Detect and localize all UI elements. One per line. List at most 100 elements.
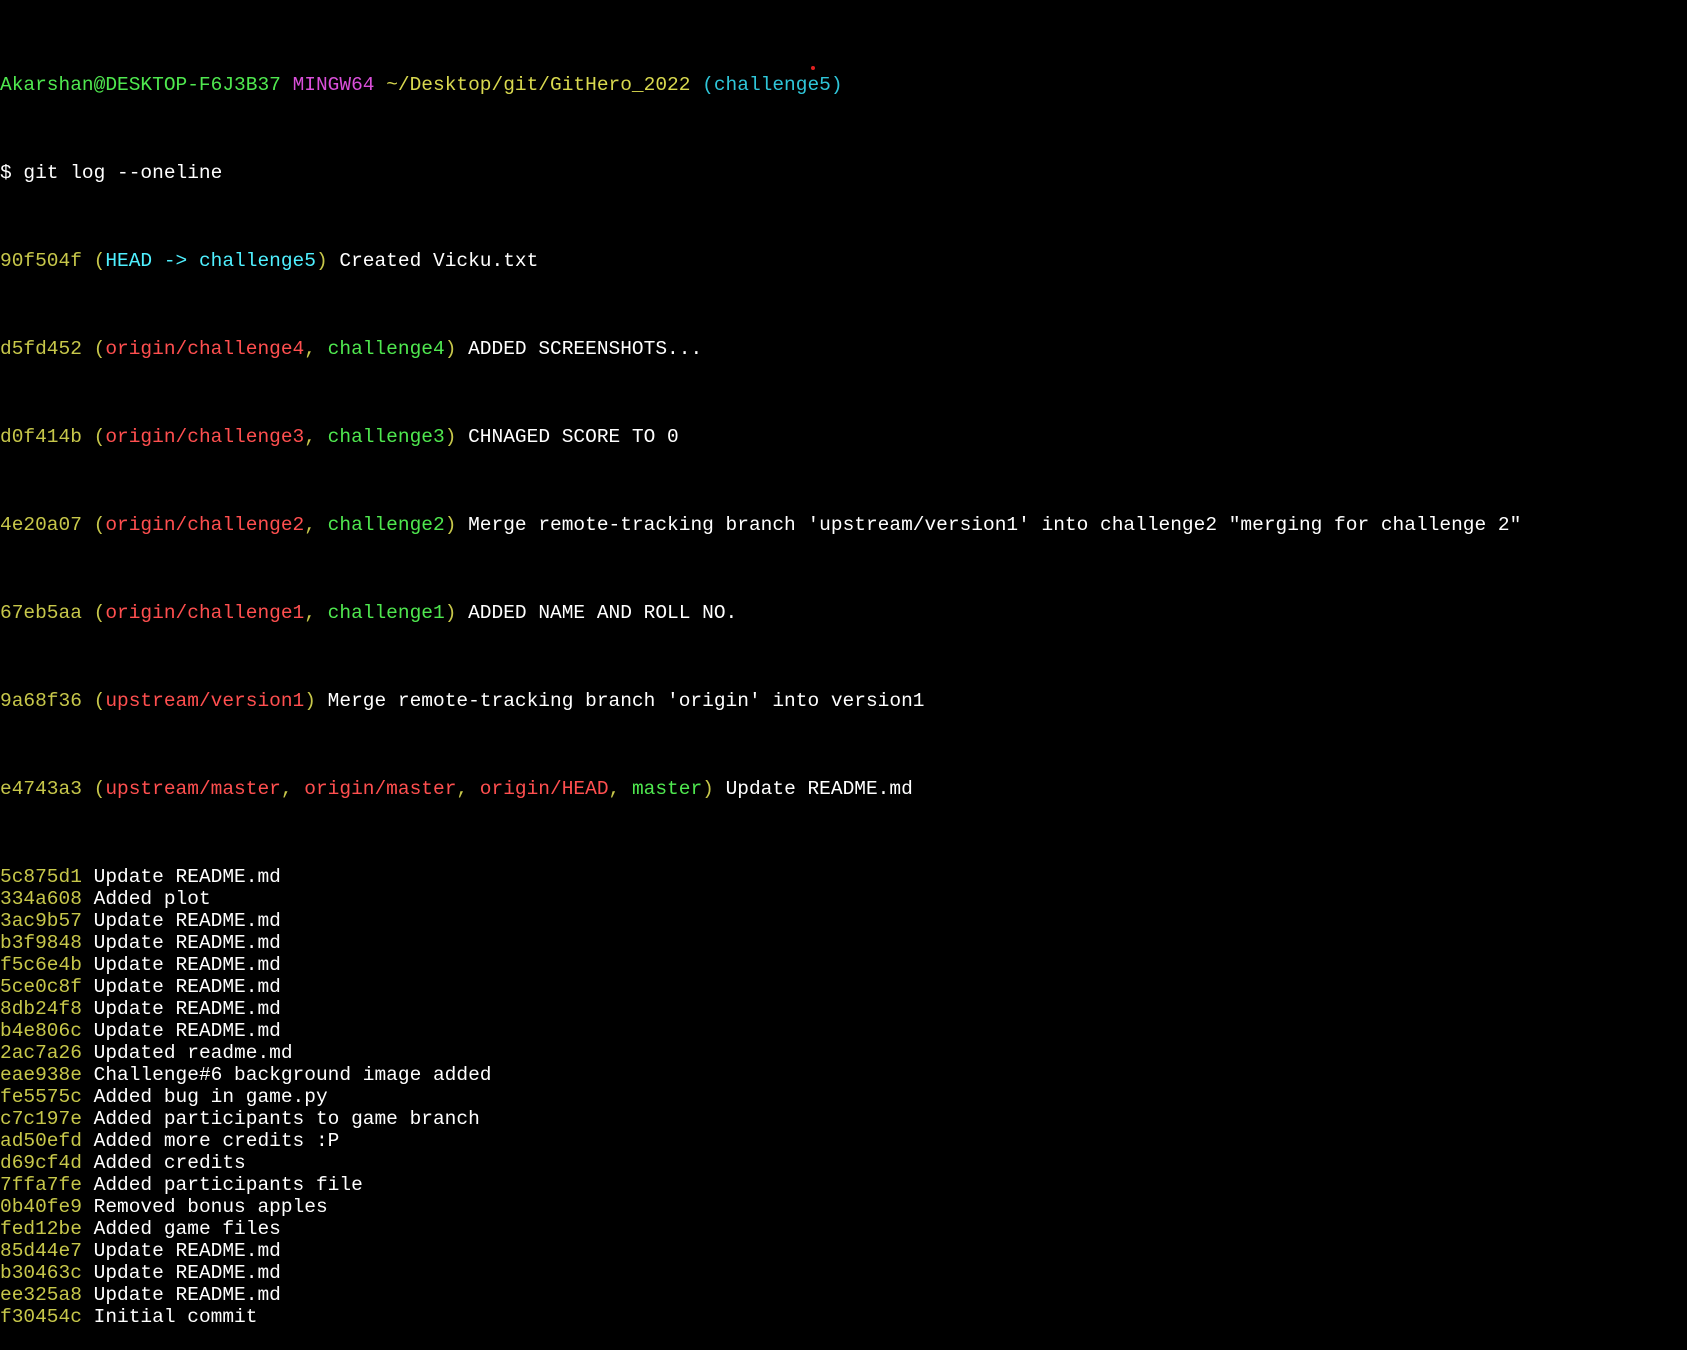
remote-ref: origin/master <box>304 778 457 800</box>
terminal-window[interactable]: Akarshan@DESKTOP-F6J3B37 MINGW64 ~/Deskt… <box>0 8 1687 1350</box>
commit-message: ADDED NAME AND ROLL NO. <box>468 602 738 624</box>
log-line: d69cf4d Added credits <box>0 1152 1687 1174</box>
commit-hash: 2ac7a26 <box>0 1042 82 1064</box>
commit-hash: 4e20a07 <box>0 514 82 536</box>
remote-ref: origin/challenge4 <box>105 338 305 360</box>
commit-hash: b3f9848 <box>0 932 82 954</box>
commit-hash: 0b40fe9 <box>0 1196 82 1218</box>
log-line: 5ce0c8f Update README.md <box>0 976 1687 998</box>
remote-ref: origin/challenge3 <box>105 426 305 448</box>
commit-message: Removed bonus apples <box>93 1196 328 1218</box>
commit-message: Added participants file <box>93 1174 363 1196</box>
commit-message: Update README.md <box>93 998 281 1020</box>
commit-hash: 90f504f <box>0 250 82 272</box>
commit-hash: ad50efd <box>0 1130 82 1152</box>
commit-message: Added game files <box>93 1218 281 1240</box>
log-line: f30454c Initial commit <box>0 1306 1687 1328</box>
log-line: 334a608 Added plot <box>0 888 1687 910</box>
commit-message: Update README.md <box>725 778 913 800</box>
commit-hash: 5c875d1 <box>0 866 82 888</box>
commit-hash: 67eb5aa <box>0 602 82 624</box>
commit-hash: d5fd452 <box>0 338 82 360</box>
log-line: 5c875d1 Update README.md <box>0 866 1687 888</box>
commit-hash: b4e806c <box>0 1020 82 1042</box>
prompt-user-host: Akarshan@DESKTOP-F6J3B37 <box>0 74 281 96</box>
commit-hash: f5c6e4b <box>0 954 82 976</box>
local-branch-ref: master <box>631 778 703 800</box>
log-line: 3ac9b57 Update README.md <box>0 910 1687 932</box>
local-branch-ref: challenge3 <box>327 426 445 448</box>
log-line: ee325a8 Update README.md <box>0 1284 1687 1306</box>
commit-message: Update README.md <box>93 910 281 932</box>
commit-message: Update README.md <box>93 866 281 888</box>
prompt-path: ~/Desktop/git/GitHero_2022 <box>386 74 691 96</box>
log-line: f5c6e4b Update README.md <box>0 954 1687 976</box>
commit-message: Challenge#6 background image added <box>93 1064 492 1086</box>
log-line: 8db24f8 Update README.md <box>0 998 1687 1020</box>
commit-message: Added credits <box>93 1152 246 1174</box>
commit-hash: e4743a3 <box>0 778 82 800</box>
commit-message: Update README.md <box>93 954 281 976</box>
log-line: eae938e Challenge#6 background image add… <box>0 1064 1687 1086</box>
log-line: c7c197e Added participants to game branc… <box>0 1108 1687 1130</box>
commit-hash: fe5575c <box>0 1086 82 1108</box>
commit-hash: 7ffa7fe <box>0 1174 82 1196</box>
command-line: $ git log --oneline <box>0 162 223 184</box>
log-line: b4e806c Update README.md <box>0 1020 1687 1042</box>
prompt-shell: MINGW64 <box>292 74 375 96</box>
head-ref: HEAD -> challenge5 <box>105 250 316 272</box>
commit-hash: f30454c <box>0 1306 82 1328</box>
commit-message: Added bug in game.py <box>93 1086 328 1108</box>
commit-hash: 8db24f8 <box>0 998 82 1020</box>
local-branch-ref: challenge4 <box>327 338 445 360</box>
log-line-head: 90f504f (HEAD -> challenge5) Created Vic… <box>0 250 539 272</box>
commit-hash: d69cf4d <box>0 1152 82 1174</box>
local-branch-ref: challenge2 <box>327 514 445 536</box>
commit-message: Update README.md <box>93 1020 281 1042</box>
log-line: 85d44e7 Update README.md <box>0 1240 1687 1262</box>
commit-hash: 85d44e7 <box>0 1240 82 1262</box>
commit-hash: c7c197e <box>0 1108 82 1130</box>
log-line: b30463c Update README.md <box>0 1262 1687 1284</box>
commit-hash: 3ac9b57 <box>0 910 82 932</box>
commit-hash: 5ce0c8f <box>0 976 82 998</box>
commit-message: Update README.md <box>93 1240 281 1262</box>
remote-ref: origin/challenge2 <box>105 514 305 536</box>
commit-message: Update README.md <box>93 1284 281 1306</box>
commit-message: Initial commit <box>93 1306 258 1328</box>
log-line: 2ac7a26 Updated readme.md <box>0 1042 1687 1064</box>
commit-message: Merge remote-tracking branch 'origin' in… <box>327 690 925 712</box>
remote-ref: origin/HEAD <box>479 778 609 800</box>
prompt-line: Akarshan@DESKTOP-F6J3B37 MINGW64 ~/Deskt… <box>0 74 1687 96</box>
remote-ref: origin/challenge1 <box>105 602 305 624</box>
log-line-version1: 9a68f36 (upstream/version1) Merge remote… <box>0 690 925 712</box>
commit-message: CHNAGED SCORE TO 0 <box>468 426 679 448</box>
log-line: 7ffa7fe Added participants file <box>0 1174 1687 1196</box>
log-line-master: e4743a3 (upstream/master, origin/master,… <box>0 778 913 800</box>
log-line: b3f9848 Update README.md <box>0 932 1687 954</box>
commit-hash: d0f414b <box>0 426 82 448</box>
commit-hash: 334a608 <box>0 888 82 910</box>
commit-message: ADDED SCREENSHOTS... <box>468 338 703 360</box>
log-line: fed12be Added game files <box>0 1218 1687 1240</box>
log-line-challenge1: 67eb5aa (origin/challenge1, challenge1) … <box>0 602 738 624</box>
commit-message: Added more credits :P <box>93 1130 340 1152</box>
commit-message: Merge remote-tracking branch 'upstream/v… <box>468 514 1522 536</box>
commit-hash: eae938e <box>0 1064 82 1086</box>
commit-hash: ee325a8 <box>0 1284 82 1306</box>
commit-message: Updated readme.md <box>93 1042 293 1064</box>
commit-message: Added plot <box>93 888 211 910</box>
prompt-branch: (challenge5) <box>702 74 843 96</box>
cursor-dot <box>811 66 815 70</box>
log-line-challenge2: 4e20a07 (origin/challenge2, challenge2) … <box>0 514 1522 536</box>
log-line: fe5575c Added bug in game.py <box>0 1086 1687 1108</box>
log-line-challenge4: d5fd452 (origin/challenge4, challenge4) … <box>0 338 703 360</box>
commit-hash: fed12be <box>0 1218 82 1240</box>
log-line: ad50efd Added more credits :P <box>0 1130 1687 1152</box>
local-branch-ref: challenge1 <box>327 602 445 624</box>
commit-hash: 9a68f36 <box>0 690 82 712</box>
commit-message: Update README.md <box>93 1262 281 1284</box>
commit-hash: b30463c <box>0 1262 82 1284</box>
log-line: 0b40fe9 Removed bonus apples <box>0 1196 1687 1218</box>
commit-message: Update README.md <box>93 976 281 998</box>
